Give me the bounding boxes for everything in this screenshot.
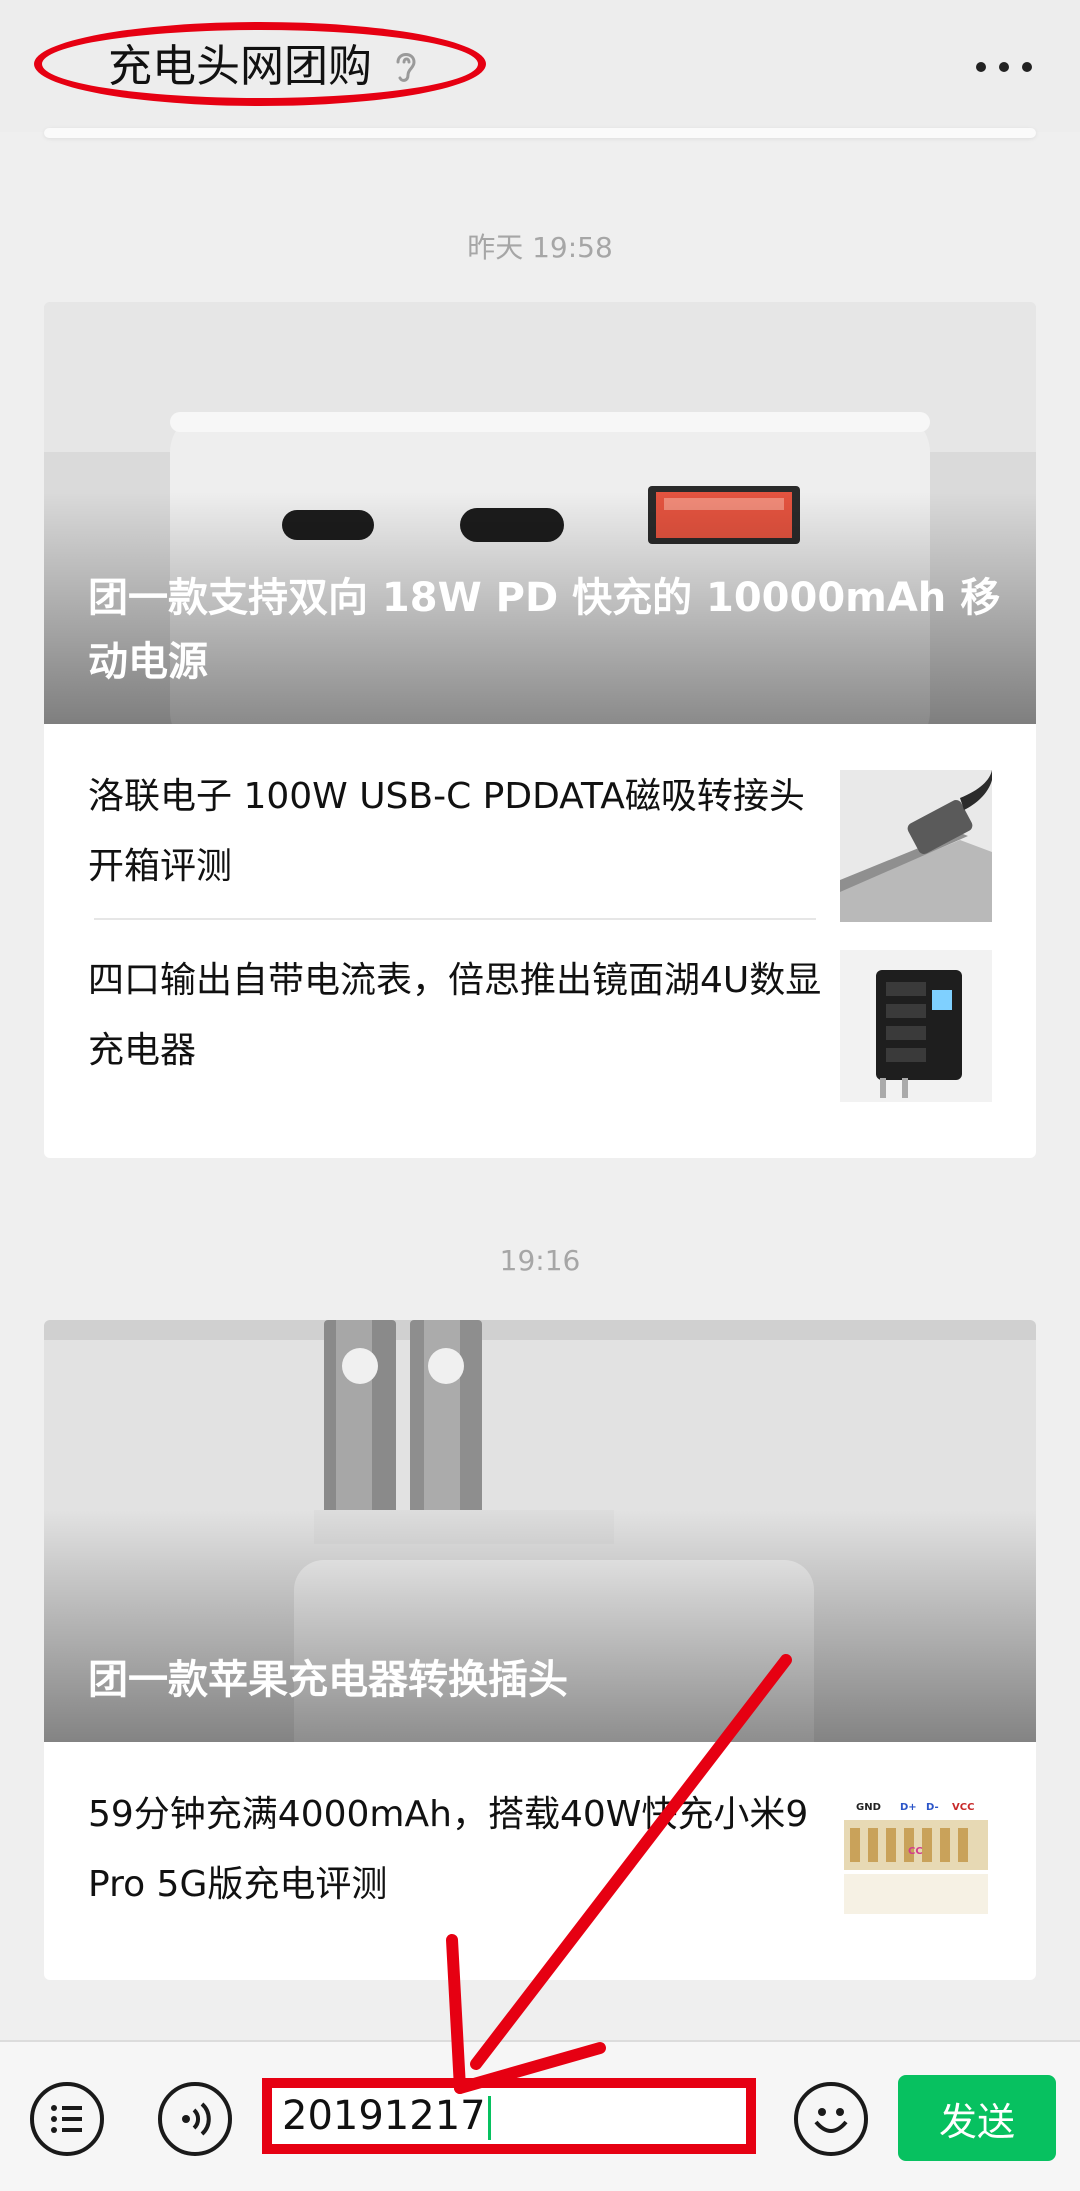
header-divider bbox=[44, 128, 1036, 138]
sub-article-thumbnail: GND D+ D- VCC CC bbox=[840, 1782, 992, 1934]
sub-article-thumbnail bbox=[840, 770, 992, 922]
sub-article-row[interactable]: 59分钟充满4000mAh，搭载40W快充小米9 Pro 5G版充电评测 GND… bbox=[44, 1742, 1036, 1980]
emoji-button[interactable] bbox=[794, 2082, 868, 2156]
more-button[interactable] bbox=[972, 52, 1036, 80]
sub-article-title[interactable]: 洛联电子 100W USB-C PDDATA磁吸转接头开箱评测 bbox=[88, 762, 828, 902]
emoji-icon bbox=[814, 2108, 848, 2133]
magnetic-adapter-image bbox=[840, 770, 992, 922]
voice-icon bbox=[182, 2102, 211, 2136]
main-article-cover[interactable]: 团一款苹果充电器转换插头 bbox=[44, 1320, 1036, 1742]
chat-screen: 充电头网团购 昨天 19:58 团一款支持双向 18W PD 快充的 10000… bbox=[0, 0, 1080, 2191]
more-dots-icon bbox=[976, 62, 986, 72]
sub-article-thumbnail bbox=[840, 950, 992, 1102]
list-menu-icon bbox=[51, 2105, 82, 2133]
message-input[interactable]: 20191217 bbox=[262, 2078, 756, 2154]
sub-article-row[interactable]: 四口输出自带电流表，倍思推出镜面湖4U数显充电器 bbox=[44, 920, 1036, 1116]
voice-button[interactable] bbox=[158, 2082, 232, 2156]
pin-label: D+ bbox=[900, 1802, 917, 1813]
timestamp: 昨天 19:58 bbox=[467, 231, 613, 264]
main-article-title[interactable]: 团一款苹果充电器转换插头 bbox=[88, 1648, 1006, 1712]
pin-label: CC bbox=[908, 1846, 923, 1857]
article-card[interactable]: 团一款苹果充电器转换插头 59分钟充满4000mAh，搭载40W快充小米9 Pr… bbox=[44, 1320, 1036, 1980]
annotation-ellipse bbox=[34, 22, 486, 106]
chat-header: 充电头网团购 bbox=[0, 0, 1080, 138]
main-article-title[interactable]: 团一款支持双向 18W PD 快充的 10000mAh 移动电源 bbox=[88, 566, 1006, 694]
pin-label: VCC bbox=[952, 1802, 974, 1813]
pin-label: GND bbox=[856, 1802, 881, 1813]
timestamp: 19:16 bbox=[499, 1244, 581, 1277]
sub-article-title[interactable]: 59分钟充满4000mAh，搭载40W快充小米9 Pro 5G版充电评测 bbox=[88, 1780, 828, 1920]
text-caret bbox=[487, 2096, 491, 2140]
chat-input-bar: 20191217 发送 bbox=[0, 2040, 1080, 2191]
usb-charger-image bbox=[840, 950, 992, 1102]
input-value: 20191217 bbox=[282, 2093, 486, 2139]
main-article-cover[interactable]: 团一款支持双向 18W PD 快充的 10000mAh 移动电源 bbox=[44, 302, 1036, 724]
sub-article-row[interactable]: 洛联电子 100W USB-C PDDATA磁吸转接头开箱评测 bbox=[44, 724, 1036, 922]
pcb-pinout-image: GND D+ D- VCC CC bbox=[840, 1782, 992, 1934]
send-button[interactable]: 发送 bbox=[898, 2075, 1056, 2161]
article-card[interactable]: 团一款支持双向 18W PD 快充的 10000mAh 移动电源 洛联电子 10… bbox=[44, 302, 1036, 1158]
sub-article-title[interactable]: 四口输出自带电流表，倍思推出镜面湖4U数显充电器 bbox=[88, 946, 828, 1086]
menu-button[interactable] bbox=[30, 2082, 104, 2156]
pin-label: D- bbox=[926, 1802, 939, 1813]
